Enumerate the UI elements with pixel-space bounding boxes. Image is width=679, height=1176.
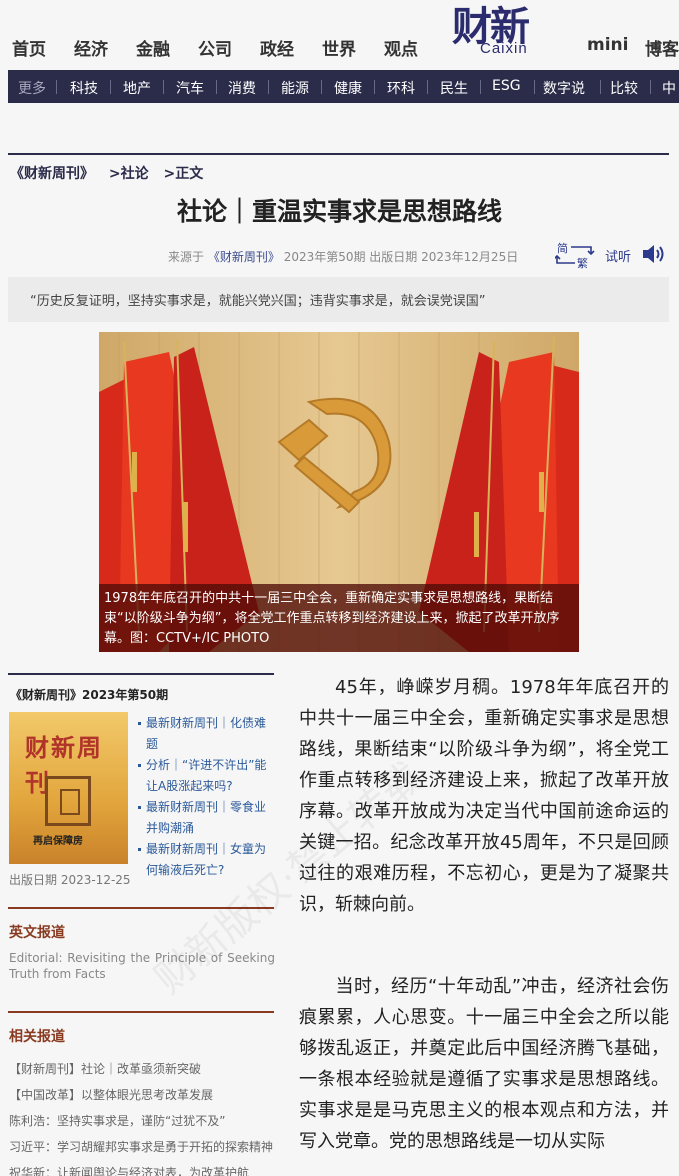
sidebar-rule-issue [8,673,274,675]
magazine-cover[interactable]: 财新周刊 再启保障房 [9,712,128,864]
sidebar-rule-english [8,907,274,909]
issue-title[interactable]: 《财新周刊》2023年第50期 [10,686,168,703]
nav-mini[interactable]: mini [587,35,628,55]
channel-envsci[interactable]: 环科 [387,78,415,98]
paragraph-text: 当时，经历“十年动乱”冲击，经济社会伤痕累累，人心思变。十一届三中全会之所以能够… [299,976,669,1152]
english-article-link[interactable]: Editorial: Revisiting the Principle of S… [9,950,275,982]
svg-text:繁: 繁 [577,256,588,269]
article-title: 社论｜重温实事求是思想路线 [176,197,502,226]
channel-data[interactable]: 数字说 [543,78,585,98]
article-summary: “历史反复证明，坚持实事求是，就能兴党兴国；违背实事求是，就会误党误国” [8,277,669,322]
channel-tech[interactable]: 科技 [70,78,98,98]
image-caption: 1978年年底召开的中共十一届三中全会，重新确定实事求是思想路线，果断结束“以阶… [99,584,579,652]
related-item[interactable]: 陈利浩：坚持实事求是，谨防“过犹不及” [9,1108,277,1134]
nav-blog[interactable]: 博客 [645,35,679,60]
channel-health[interactable]: 健康 [334,78,362,98]
english-heading: 英文报道 [9,925,65,941]
paragraph-text: 45年，峥嵘岁月稠。1978年年底召开的中共十一届三中全会，重新确定实事求是思想… [299,677,669,915]
cover-house-icon [45,776,91,826]
simplified-traditional-icon[interactable]: 简 繁 [555,241,595,269]
logo-subtitle: Caixin [480,40,528,57]
channel-esg[interactable]: ESG [492,78,521,94]
cover-band: 再启保障房 [33,836,83,847]
related-list: 【财新周刊】社论｜改革亟须新突破 【中国改革】以整体眼光思考改革发展 陈利浩：坚… [9,1056,277,1176]
related-item[interactable]: 【中国改革】以整体眼光思考改革发展 [9,1082,277,1108]
nav-economy[interactable]: 经济 [74,35,108,60]
related-heading: 相关报道 [9,1029,65,1045]
related-item[interactable]: 【财新周刊】社论｜改革亟须新突破 [9,1056,277,1082]
nav-finance[interactable]: 金融 [136,35,170,60]
channel-realestate[interactable]: 地产 [123,78,151,98]
article-meta: 来源于 《财新周刊》 2023年第50期 出版日期 2023年12月25日 [168,248,518,265]
channel-consumer[interactable]: 消费 [228,78,256,98]
breadcrumb-editorial[interactable]: >社论 [109,166,149,182]
breadcrumb-rule [8,153,669,155]
breadcrumb-weekly[interactable]: 《财新周刊》 [10,166,94,182]
issue-date: 出版日期 2023-12-25 [9,873,131,887]
issue-link[interactable]: 分析｜“许进不许出”能让A股涨起来吗? [138,755,273,797]
summary-quote: “历史反复证明，坚持实事求是，就能兴党兴国；违背实事求是，就会误党误国” [30,294,486,309]
channel-livelihood[interactable]: 民生 [440,78,468,98]
issue-links: 最新财新周刊｜化债难题 分析｜“许进不许出”能让A股涨起来吗? 最新财新周刊｜零… [138,713,273,881]
svg-text:简: 简 [557,241,568,255]
top-nav: 首页 经济 金融 公司 政经 世界 观点 财新 Caixin mini 博客 [0,0,679,68]
channel-auto[interactable]: 汽车 [176,78,204,98]
nav-world[interactable]: 世界 [322,35,356,60]
channel-nav: 更多 科技 地产 汽车 消费 能源 健康 环科 民生 ESG 数字说 比较 中 [8,70,679,103]
listen-button[interactable]: 试听 [605,246,631,265]
related-item[interactable]: 祝华新：让新闻舆论与经济对表，为改革护航 [9,1160,277,1176]
issue-link[interactable]: 最新财新周刊｜化债难题 [138,713,273,755]
breadcrumb: 《财新周刊》 >社论 >正文 [10,163,213,183]
channel-more[interactable]: 更多 [18,78,46,98]
speaker-icon[interactable] [641,243,667,265]
related-item[interactable]: 习近平：学习胡耀邦实事求是勇于开拓的探索精神 [9,1134,277,1160]
issue-link[interactable]: 最新财新周刊｜零食业并购潮涌 [138,797,273,839]
channel-compare[interactable]: 比较 [610,78,638,98]
nav-company[interactable]: 公司 [198,35,232,60]
nav-opinion[interactable]: 观点 [384,35,418,60]
breadcrumb-body: >正文 [163,166,204,182]
hero-image[interactable]: 1978年年底召开的中共十一届三中全会，重新确定实事求是思想路线，果断结束“以阶… [99,332,579,652]
meta-issue: 2023年第50期 出版日期 2023年12月25日 [283,250,519,264]
channel-china[interactable]: 中 [662,78,676,98]
channel-energy[interactable]: 能源 [281,78,309,98]
sidebar-rule-related [8,1011,274,1013]
nav-politics[interactable]: 政经 [260,35,294,60]
nav-home[interactable]: 首页 [12,35,46,60]
meta-source[interactable]: 《财新周刊》 [208,250,280,264]
issue-link[interactable]: 最新财新周刊｜女童为何输液后死亡? [138,839,273,881]
meta-prefix: 来源于 [168,250,205,264]
article-paragraph: 45年，峥嵘岁月稠。1978年年底召开的中共十一届三中全会，重新确定实事求是思想… [299,672,669,920]
article-paragraph: 当时，经历“十年动乱”冲击，经济社会伤痕累累，人心思变。十一届三中全会之所以能够… [299,971,669,1157]
caixin-logo[interactable]: 财新 Caixin [450,0,560,62]
